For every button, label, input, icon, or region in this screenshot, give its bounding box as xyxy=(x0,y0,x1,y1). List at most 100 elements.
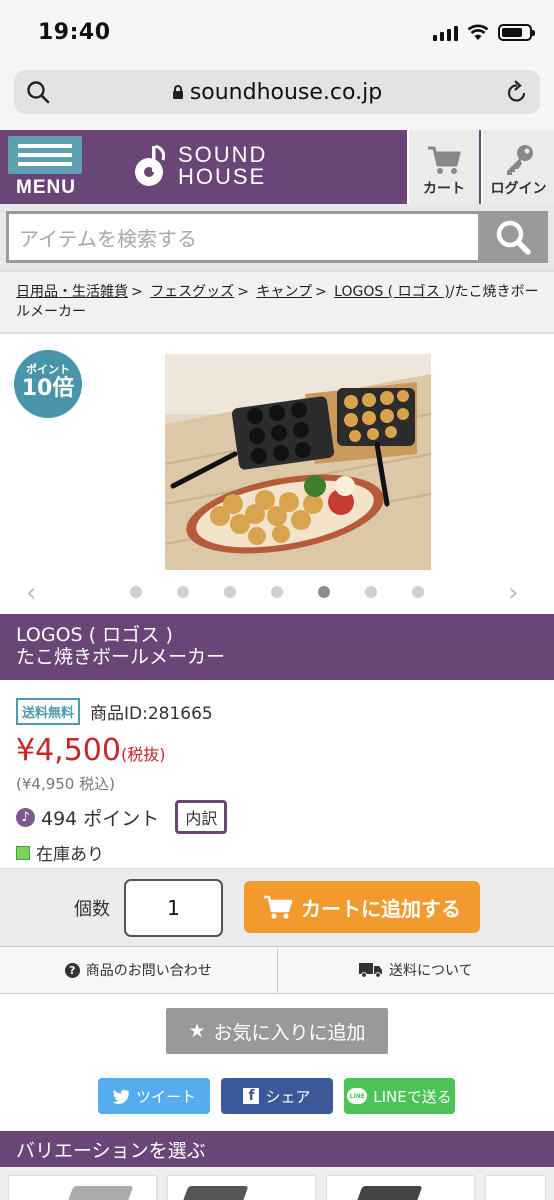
gallery-dot-2[interactable] xyxy=(177,586,189,598)
line-icon: LINE xyxy=(347,1088,368,1104)
breadcrumb: 日用品・生活雑貨 > フェスグッズ > キャンプ > LOGOS ( ロゴス )/たこ… xyxy=(0,270,554,334)
stock-status: 在庫あり xyxy=(16,840,538,865)
cart-button[interactable]: カート xyxy=(407,130,479,204)
menu-label: MENU xyxy=(16,177,76,198)
facebook-share-label: シェア xyxy=(265,1087,311,1106)
product-title: LOGOS ( ロゴス ) たこ焼きボールメーカー xyxy=(0,614,554,680)
quantity-label: 個数 xyxy=(74,899,110,920)
search-bar: アイテムを検索する xyxy=(0,204,554,270)
info-links: ? 商品のお問い合わせ 送料について xyxy=(0,946,554,994)
product-id: 商品ID:281665 xyxy=(90,704,213,724)
facebook-share-button[interactable]: f シェア xyxy=(221,1078,333,1114)
logo-note-icon xyxy=(135,144,166,186)
points-value: 494 ポイント xyxy=(41,807,160,830)
facebook-icon: f xyxy=(243,1088,260,1104)
gallery-dot-7[interactable] xyxy=(412,586,424,598)
menu-button[interactable]: MENU xyxy=(8,136,84,200)
free-shipping-badge: 送料無料 xyxy=(16,698,81,725)
gallery-dot-5[interactable] xyxy=(318,586,330,598)
line-share-button[interactable]: LINE LINEで送る xyxy=(344,1078,455,1114)
key-icon xyxy=(506,145,533,175)
contact-label: 商品のお問い合わせ xyxy=(85,963,212,979)
tweet-button[interactable]: ツイート xyxy=(98,1078,210,1114)
points-row: ♪ 494 ポイント 内訳 xyxy=(16,800,538,834)
add-to-cart-button[interactable]: カートに追加する xyxy=(244,881,480,933)
wifi-icon xyxy=(467,24,489,40)
gallery-next-arrow[interactable]: › xyxy=(508,578,518,608)
variation-header: バリエーションを選ぶ xyxy=(0,1131,554,1167)
variation-item[interactable] xyxy=(326,1175,476,1200)
browser-toolbar: soundhouse.co.jp xyxy=(0,66,554,130)
product-image[interactable] xyxy=(165,354,431,570)
cart-row: 個数 1 カートに追加する xyxy=(0,868,554,946)
login-button[interactable]: ログイン xyxy=(481,130,554,204)
site-header: MENU SOUND HOUSE カート ログイン xyxy=(0,130,554,204)
reload-icon[interactable] xyxy=(506,80,528,104)
login-label: ログイン xyxy=(490,181,547,197)
tweet-label: ツイート xyxy=(135,1087,196,1106)
share-buttons: ツイート f シェア LINE LINEで送る xyxy=(0,1078,554,1130)
gallery-prev-arrow[interactable]: ‹ xyxy=(26,578,36,608)
breadcrumb-link-daily-goods[interactable]: 日用品・生活雑貨 xyxy=(16,284,128,300)
add-favorite-button[interactable]: ★ お気に入りに追加 xyxy=(166,1008,388,1054)
cart-label: カート xyxy=(423,181,465,197)
stock-label: 在庫あり xyxy=(36,845,104,865)
breadcrumb-link-fes-goods[interactable]: フェスグッズ xyxy=(150,284,234,300)
product-name: たこ焼きボールメーカー xyxy=(16,646,226,668)
site-logo[interactable]: SOUND HOUSE xyxy=(126,144,267,188)
shipping-label: 送料について xyxy=(388,963,473,979)
cart-icon xyxy=(428,146,461,174)
status-bar: 19:40 xyxy=(0,0,554,66)
search-input[interactable]: アイテムを検索する xyxy=(6,211,478,263)
point-badge: ポイント 10倍 xyxy=(14,350,82,418)
battery-icon xyxy=(498,24,535,41)
gallery-dot-4[interactable] xyxy=(271,586,283,598)
price-note: (税抜) xyxy=(120,745,166,764)
logo-line1: SOUND xyxy=(178,142,268,167)
contact-link[interactable]: ? 商品のお問い合わせ xyxy=(0,947,277,993)
variation-item[interactable] xyxy=(485,1175,547,1200)
lock-icon xyxy=(172,84,183,99)
variation-item[interactable] xyxy=(167,1175,317,1200)
variation-item[interactable] xyxy=(8,1175,158,1200)
search-button[interactable] xyxy=(478,211,548,263)
url-display[interactable]: soundhouse.co.jp xyxy=(172,80,382,105)
point-badge-label: ポイント xyxy=(26,363,70,376)
point-badge-value: 10倍 xyxy=(21,376,75,401)
status-icons xyxy=(433,24,535,41)
breadcrumb-link-logos[interactable]: LOGOS ( ロゴス ) xyxy=(334,284,450,300)
search-icon[interactable] xyxy=(26,80,50,104)
gallery-dot-6[interactable] xyxy=(365,586,377,598)
star-icon: ★ xyxy=(188,1020,206,1042)
variation-title: バリエーションを選ぶ xyxy=(16,1139,206,1162)
cellular-signal-icon xyxy=(433,25,458,41)
product-gallery: ポイント 10倍 ‹ › xyxy=(0,334,554,614)
url-text: soundhouse.co.jp xyxy=(189,79,383,105)
price: ¥4,500(税抜) xyxy=(16,733,538,773)
add-favorite-label: お気に入りに追加 xyxy=(213,1021,366,1044)
cart-icon xyxy=(264,895,293,919)
variation-list xyxy=(0,1167,554,1200)
add-to-cart-label: カートに追加する xyxy=(301,896,461,921)
gallery-dots xyxy=(130,586,424,598)
logo-line2: HOUSE xyxy=(178,164,267,189)
line-share-label: LINEで送る xyxy=(373,1087,452,1106)
favorite-section: ★ お気に入りに追加 xyxy=(0,994,554,1078)
shipping-link[interactable]: 送料について xyxy=(276,947,554,993)
product-brand: LOGOS ( ロゴス ) xyxy=(16,624,173,646)
breadcrumb-link-camp[interactable]: キャンプ xyxy=(256,284,312,300)
hamburger-icon xyxy=(8,136,82,174)
stock-indicator-icon xyxy=(16,845,30,860)
url-bar[interactable]: soundhouse.co.jp xyxy=(14,70,540,114)
quantity-input[interactable]: 1 xyxy=(124,879,223,937)
breakdown-button[interactable]: 内訳 xyxy=(175,800,228,834)
status-time: 19:40 xyxy=(38,20,111,45)
gallery-dot-3[interactable] xyxy=(224,586,236,598)
price-value: ¥4,500 xyxy=(16,733,121,768)
twitter-bird-icon xyxy=(112,1089,130,1104)
music-note-icon: ♪ xyxy=(16,807,35,827)
gallery-dot-1[interactable] xyxy=(130,586,142,598)
price-tax-included: (¥4,950 税込) xyxy=(16,775,115,793)
question-icon: ? xyxy=(64,962,80,978)
product-info: 送料無料 商品ID:281665 ¥4,500(税抜) (¥4,950 税込) … xyxy=(0,680,554,868)
